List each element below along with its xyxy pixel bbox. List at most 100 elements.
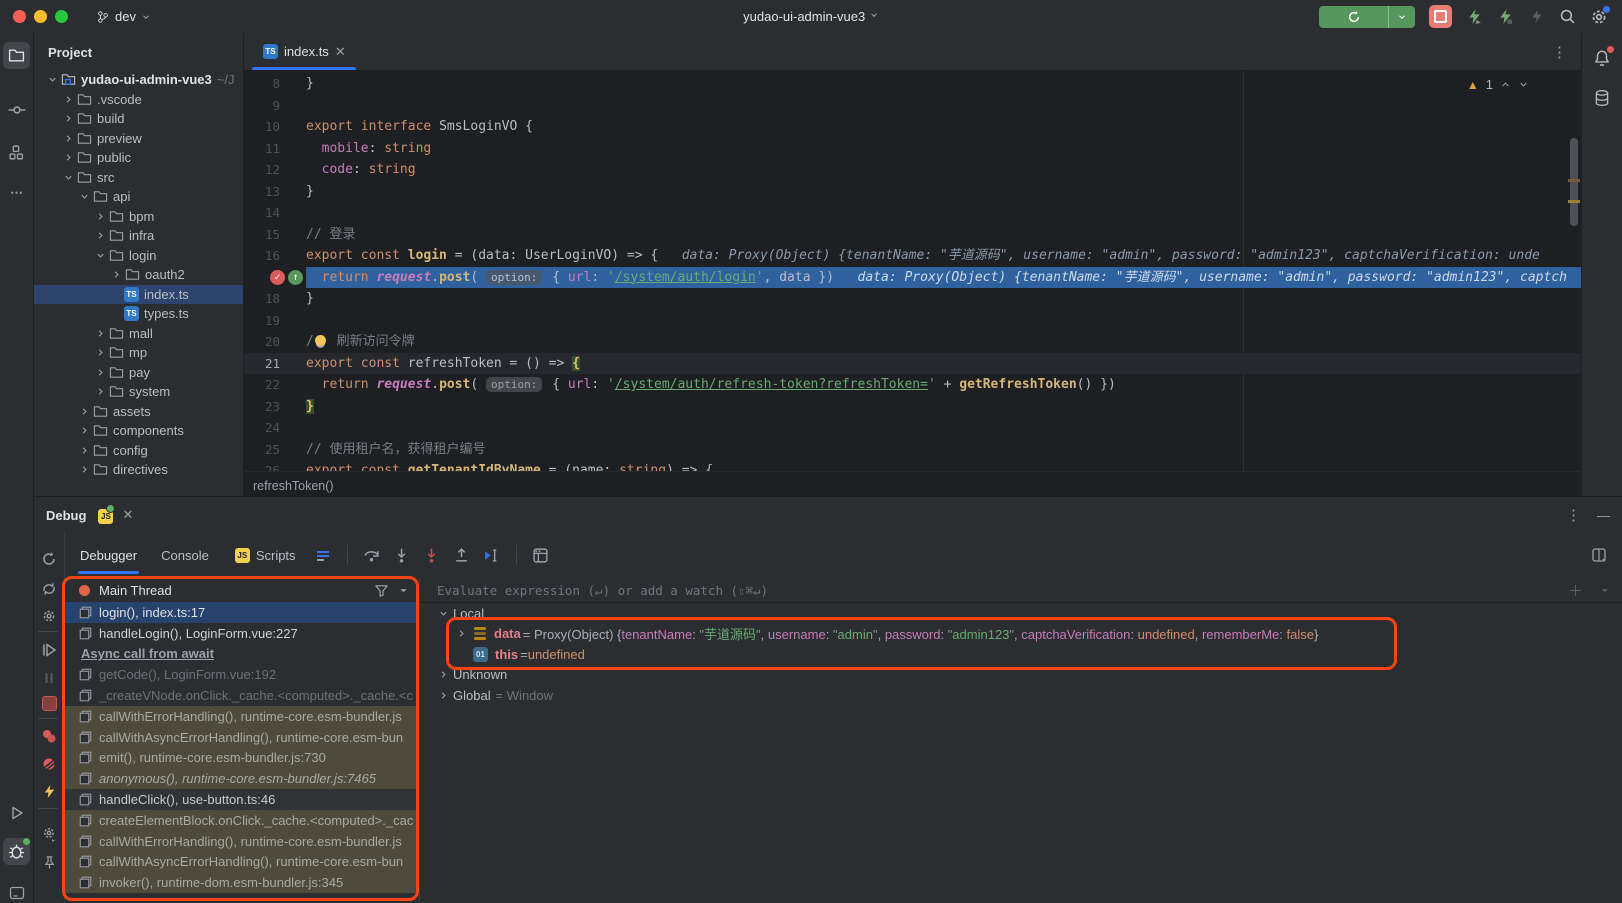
search-icon[interactable] — [1559, 8, 1576, 25]
chevron-down-icon[interactable] — [1599, 585, 1610, 596]
tree-item-build[interactable]: build — [34, 109, 243, 129]
stack-frame[interactable]: login(), index.ts:17 — [65, 602, 419, 623]
line-number[interactable]: 13 — [244, 181, 306, 203]
tree-item-public[interactable]: public — [34, 148, 243, 168]
line-number[interactable]: 11 — [244, 138, 306, 160]
close-tab-icon[interactable]: ✕ — [335, 44, 346, 60]
more-tools-button[interactable]: ⋯ — [3, 179, 30, 206]
pin-tab-icon[interactable] — [36, 849, 62, 875]
commit-tool-button[interactable] — [3, 96, 30, 123]
chevron-right-icon[interactable] — [78, 445, 90, 456]
evaluate-expression-icon[interactable] — [528, 542, 554, 568]
stack-frame[interactable]: anonymous(), runtime-core.esm-bundler.js… — [65, 768, 419, 789]
view-breakpoints-icon[interactable] — [36, 723, 62, 749]
pause-program-icon[interactable] — [36, 665, 62, 691]
code-line-25[interactable]: 25// 使用租户名，获得租户编号 — [244, 439, 1581, 461]
code-line-19[interactable]: 19 — [244, 310, 1581, 332]
debug-layout-gear-icon[interactable] — [36, 821, 62, 847]
editor-scrollbar[interactable] — [1570, 138, 1578, 226]
tree-item-src[interactable]: src — [34, 168, 243, 188]
stack-frame[interactable]: callWithAsyncErrorHandling(), runtime-co… — [65, 727, 419, 748]
breakpoint-icon[interactable]: ✓ — [270, 270, 285, 285]
stack-frame[interactable]: emit(), runtime-core.esm-bundler.js:730 — [65, 748, 419, 769]
evaluate-expression-bar[interactable]: Evaluate expression (↵) or add a watch (… — [420, 578, 1622, 603]
run-tool-button[interactable] — [3, 799, 30, 826]
layout-settings-icon[interactable] — [1586, 542, 1612, 568]
line-number[interactable]: 16 — [244, 245, 306, 267]
chevron-down-icon[interactable] — [62, 172, 74, 183]
next-problem-icon[interactable] — [1518, 79, 1529, 90]
line-number[interactable]: 20 — [244, 331, 306, 353]
thread-selector[interactable]: Main Thread — [65, 578, 419, 602]
code-line-16[interactable]: 16export const login = (data: UserLoginV… — [244, 245, 1581, 267]
line-number[interactable]: 21 — [244, 353, 306, 375]
force-step-into-icon[interactable] — [419, 542, 445, 568]
tree-item-login[interactable]: login — [34, 246, 243, 266]
code-line-15[interactable]: 15// 登录 — [244, 224, 1581, 246]
stop-button[interactable] — [1429, 5, 1452, 28]
scope-global[interactable]: Global = Window — [420, 685, 1622, 706]
chevron-down-icon[interactable] — [94, 250, 106, 261]
rerun-debug-icon[interactable] — [36, 546, 62, 572]
settings-gear-icon[interactable] — [1590, 8, 1608, 26]
git-branch-widget[interactable]: dev — [96, 9, 151, 24]
chevron-right-icon[interactable] — [110, 269, 122, 280]
tree-item-index-ts[interactable]: TSindex.ts — [34, 285, 243, 305]
tab-scripts[interactable]: JS Scripts — [223, 544, 306, 567]
chevron-right-icon[interactable] — [62, 133, 74, 144]
line-number[interactable]: 19 — [244, 310, 306, 332]
code-line-10[interactable]: 10export interface SmsLoginVO { — [244, 116, 1581, 138]
tab-index-ts[interactable]: TS index.ts ✕ — [252, 33, 356, 70]
scope-local[interactable]: Local — [420, 603, 1622, 624]
chevron-down-icon[interactable] — [46, 74, 58, 85]
add-watch-plus-icon[interactable]: ＋ — [1568, 580, 1583, 601]
code-line-17[interactable]: ✓↑ return request.post( option: { url: '… — [244, 267, 1581, 289]
filter-funnel-icon[interactable] — [374, 583, 389, 598]
code-line-8[interactable]: 8} — [244, 73, 1581, 95]
tree-item-api[interactable]: api — [34, 187, 243, 207]
terminal-tool-button[interactable] — [3, 879, 30, 903]
stack-frame[interactable]: callWithErrorHandling(), runtime-core.es… — [65, 831, 419, 852]
line-number[interactable]: 8 — [244, 73, 306, 95]
gutter-breakpoint[interactable]: ✓↑ — [244, 267, 306, 289]
line-number[interactable]: 15 — [244, 224, 306, 246]
resume-program-icon[interactable] — [36, 637, 62, 663]
stack-frame[interactable]: invoker(), runtime-dom.esm-bundler.js:34… — [65, 872, 419, 893]
chevron-right-icon[interactable] — [94, 328, 106, 339]
stack-frame[interactable]: handleLogin(), LoginForm.vue:227 — [65, 623, 419, 644]
tree-item-assets[interactable]: assets — [34, 402, 243, 422]
line-number[interactable]: 10 — [244, 116, 306, 138]
project-title-label[interactable]: yudao-ui-admin-vue3 — [743, 9, 865, 24]
code-line-14[interactable]: 14 — [244, 202, 1581, 224]
step-out-icon[interactable] — [449, 542, 475, 568]
tree-item-directives[interactable]: directives — [34, 460, 243, 480]
tree-item-mall[interactable]: mall — [34, 324, 243, 344]
code-line-21[interactable]: 21export const refreshToken = () => { — [244, 353, 1581, 375]
line-number[interactable]: 23 — [244, 396, 306, 418]
chevron-down-icon[interactable] — [78, 191, 90, 202]
code-line-23[interactable]: 23} — [244, 396, 1581, 418]
stack-frame[interactable]: callWithErrorHandling(), runtime-core.es… — [65, 706, 419, 727]
debug-tool-button[interactable] — [3, 838, 30, 865]
stack-frame[interactable]: Async call from await — [65, 644, 419, 665]
tree-item-pay[interactable]: pay — [34, 363, 243, 383]
chevron-right-icon[interactable] — [94, 347, 106, 358]
step-into-icon[interactable] — [389, 542, 415, 568]
debug-session-tab[interactable]: JS — [96, 507, 112, 523]
debug-bolt-icon[interactable] — [1466, 8, 1483, 25]
notifications-button[interactable] — [1589, 45, 1615, 71]
rerun-button[interactable] — [1319, 6, 1415, 28]
debug-settings-gear-icon[interactable] — [36, 603, 62, 629]
line-number[interactable]: 24 — [244, 417, 306, 439]
code-line-13[interactable]: 13} — [244, 181, 1581, 203]
code-line-18[interactable]: 18} — [244, 288, 1581, 310]
tab-debugger[interactable]: Debugger — [70, 544, 147, 567]
chevron-right-icon[interactable] — [437, 669, 449, 680]
tree-item-infra[interactable]: infra — [34, 226, 243, 246]
close-session-icon[interactable]: ✕ — [122, 507, 133, 523]
hide-panel-icon[interactable]: — — [1597, 508, 1610, 523]
line-number[interactable]: 18 — [244, 288, 306, 310]
line-number[interactable]: 12 — [244, 159, 306, 181]
debug-bolt-alt-icon[interactable] — [1497, 8, 1514, 25]
tree-item-oauth2[interactable]: oauth2 — [34, 265, 243, 285]
